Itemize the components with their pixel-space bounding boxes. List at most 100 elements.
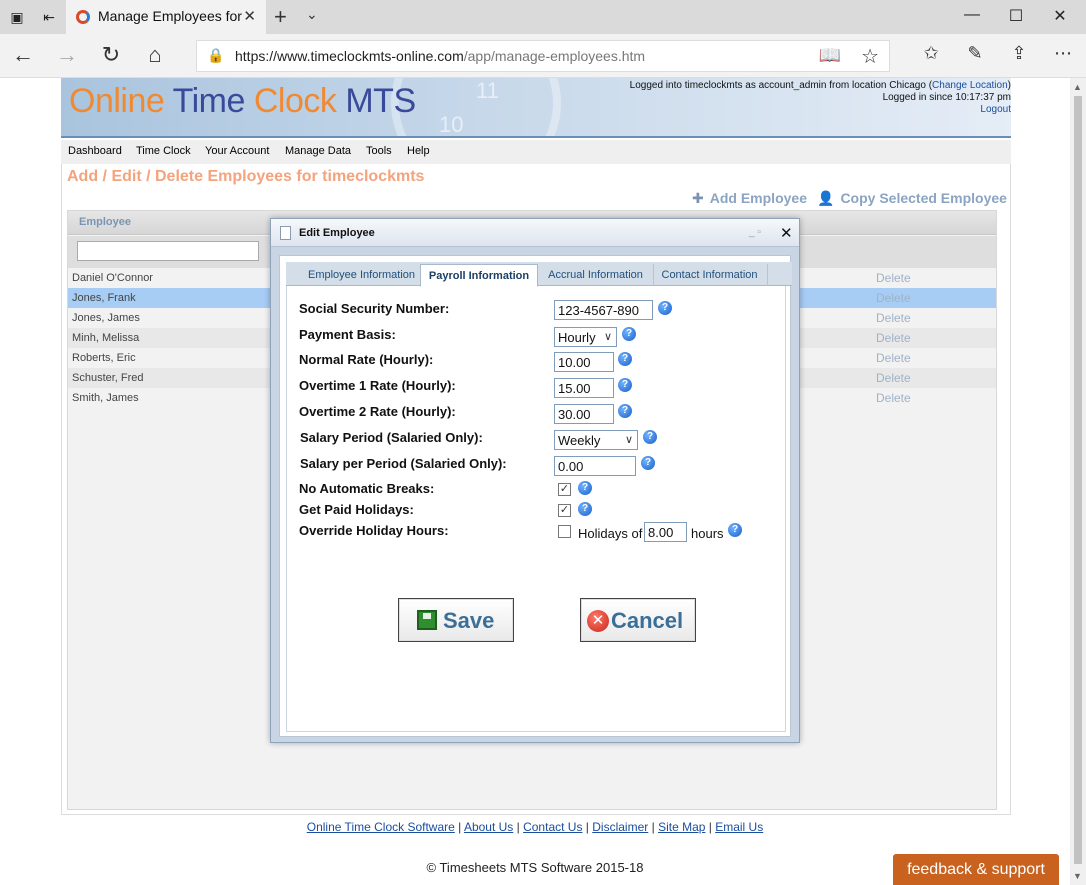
ssn-label: Social Security Number: [299,301,450,316]
menu-time-clock[interactable]: Time Clock [136,145,191,157]
salary-per-period-label: Salary per Period (Salaried Only): [300,456,507,471]
footer-link-contact[interactable]: Contact Us [523,820,582,834]
footer-link-sitemap[interactable]: Site Map [658,820,705,834]
favorite-star-icon[interactable]: ☆ [861,44,879,69]
ot2-rate-label: Overtime 2 Rate (Hourly): [299,404,456,419]
save-button[interactable]: Save [398,598,514,642]
hours-text: hours [691,526,724,541]
normal-rate-input[interactable]: 10.00 [554,352,614,372]
forward-icon[interactable]: → [54,43,80,67]
site-logo[interactable]: Online Time Clock MTS [69,82,416,121]
help-icon[interactable]: ? [643,430,657,444]
tab-payroll-information[interactable]: Payroll Information [420,264,538,287]
scroll-up-icon[interactable]: ▲ [1073,82,1082,92]
pen-icon[interactable]: ✎ [962,43,988,64]
column-header-employee[interactable]: Employee [79,216,131,228]
help-icon[interactable]: ? [622,327,636,341]
tab-employee-information[interactable]: Employee Information [294,264,430,286]
delete-link[interactable]: Delete [876,271,911,285]
scroll-down-icon[interactable]: ▼ [1073,871,1082,881]
salary-per-period-input[interactable]: 0.00 [554,456,636,476]
holidays-of-text: Holidays of [578,526,643,541]
site-banner: 11 10 Online Time Clock MTS Logged into … [61,78,1011,138]
cancel-button[interactable]: ✕ Cancel [580,598,696,642]
payment-basis-label: Payment Basis: [299,327,396,342]
footer-links: Online Time Clock Software | About Us | … [306,820,764,834]
back-icon[interactable]: ← [10,43,36,67]
payroll-form: Social Security Number: 123-4567-890 ? P… [286,286,786,732]
favicon-icon [76,10,90,24]
no-auto-breaks-checkbox[interactable]: ✓ [558,483,571,496]
holiday-hours-input[interactable]: 8.00 [644,522,687,542]
new-tab-icon[interactable]: + [274,4,287,30]
menu-tools[interactable]: Tools [366,145,392,157]
browser-tab[interactable]: Manage Employees for ✕ [66,0,266,34]
no-auto-breaks-label: No Automatic Breaks: [299,481,435,496]
close-window-icon[interactable]: ✕ [1050,6,1070,26]
tab-contact-information[interactable]: Contact Information [652,264,768,286]
url-field[interactable]: 🔒 https://www.timeclockmts-online.com/ap… [196,40,890,72]
tab-accrual-information[interactable]: Accrual Information [538,264,654,286]
reading-view-icon[interactable]: 📖 [819,45,841,66]
salary-period-select[interactable]: Weekly ∨ [554,430,638,450]
delete-link[interactable]: Delete [876,371,911,385]
main-menu: Dashboard Time Clock Your Account Manage… [61,140,1011,164]
home-icon[interactable]: ⌂ [142,43,168,67]
ot1-rate-input[interactable]: 15.00 [554,378,614,398]
help-icon[interactable]: ? [618,352,632,366]
vertical-scrollbar[interactable]: ▲ ▼ [1070,78,1086,885]
footer-link-email[interactable]: Email Us [715,820,763,834]
close-tab-icon[interactable]: ✕ [243,7,256,25]
logout-link[interactable]: Logout [980,104,1011,115]
dialog-title-bar[interactable]: Edit Employee _ ▫ ✕ [271,219,799,247]
footer-link-disclaimer[interactable]: Disclaimer [592,820,648,834]
help-icon[interactable]: ? [728,523,742,537]
cancel-icon: ✕ [587,610,609,632]
menu-your-account[interactable]: Your Account [205,145,269,157]
maximize-icon[interactable]: ☐ [1006,6,1026,26]
footer-link-about[interactable]: About Us [464,820,513,834]
scroll-thumb[interactable] [1074,96,1082,864]
more-icon[interactable]: ⋯ [1050,43,1076,64]
delete-link[interactable]: Delete [876,391,911,405]
chevron-down-icon[interactable]: ⌄ [306,6,318,23]
help-icon[interactable]: ? [641,456,655,470]
payment-basis-select[interactable]: Hourly ∨ [554,327,617,347]
delete-link[interactable]: Delete [876,351,911,365]
delete-link[interactable]: Delete [876,331,911,345]
url-path: /app/manage-employees.htm [463,48,646,64]
menu-dashboard[interactable]: Dashboard [68,145,122,157]
refresh-icon[interactable]: ↻ [98,43,124,67]
footer-link-software[interactable]: Online Time Clock Software [307,820,455,834]
minimize-icon[interactable]: — [962,6,982,24]
add-employee-button[interactable]: ✚ Add Employee [692,190,807,207]
delete-link[interactable]: Delete [876,311,911,325]
address-bar: ← → ↻ ⌂ 🔒 https://www.timeclockmts-onlin… [0,34,1086,78]
ot2-rate-input[interactable]: 30.00 [554,404,614,424]
tab-manager-icon[interactable]: ▣ [8,8,26,26]
dialog-title: Edit Employee [299,227,375,239]
help-icon[interactable]: ? [578,502,592,516]
logged-since: Logged in since 10:17:37 pm [882,92,1011,103]
set-aside-tabs-icon[interactable]: ⇤ [40,8,58,26]
feedback-button[interactable]: feedback & support [893,854,1059,885]
override-holiday-checkbox[interactable] [558,525,571,538]
paid-holidays-checkbox[interactable]: ✓ [558,504,571,517]
employee-filter-input[interactable] [77,241,259,261]
menu-help[interactable]: Help [407,145,430,157]
favorites-icon[interactable]: ✩ [918,43,944,64]
help-icon[interactable]: ? [618,404,632,418]
share-icon[interactable]: ⇪ [1006,43,1032,64]
close-dialog-icon[interactable]: ✕ [780,224,793,242]
menu-manage-data[interactable]: Manage Data [285,145,351,157]
help-icon[interactable]: ? [618,378,632,392]
help-icon[interactable]: ? [658,301,672,315]
chevron-down-icon: ∨ [624,434,633,446]
minimize-dialog-icon[interactable]: _ ▫ [749,227,761,238]
change-location-link[interactable]: Change Location [932,80,1008,91]
ssn-input[interactable]: 123-4567-890 [554,300,653,320]
tab-title: Manage Employees for [98,8,242,24]
help-icon[interactable]: ? [578,481,592,495]
delete-link[interactable]: Delete [876,291,911,305]
copy-employee-button[interactable]: 👤 Copy Selected Employee [817,190,1007,207]
